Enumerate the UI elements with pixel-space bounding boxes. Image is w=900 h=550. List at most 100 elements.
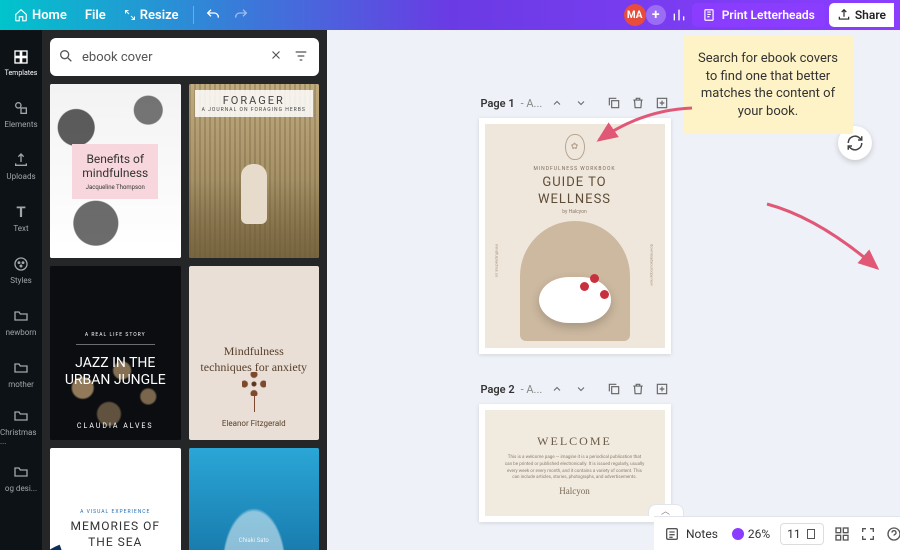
rail-label: Uploads (6, 172, 35, 181)
print-label: Print Letterheads (722, 8, 815, 22)
page-label-suffix: - A... (521, 383, 543, 396)
print-icon (702, 8, 716, 22)
template-card[interactable]: A VISUAL EXPERIENCE MEMORIES OF THE SEA … (50, 448, 181, 550)
chevron-up-icon[interactable] (548, 94, 566, 112)
template-search[interactable] (50, 38, 319, 76)
search-icon (58, 48, 76, 66)
redo-button[interactable] (228, 2, 254, 28)
chevron-up-icon[interactable] (548, 380, 566, 398)
side-text-left: mindfulpractice.co (495, 244, 500, 277)
folder-icon (12, 307, 30, 325)
page-byline: by Halcyon (485, 209, 665, 215)
template-card[interactable]: Benefits of mindfulness Jacqueline Thomp… (50, 84, 181, 258)
delete-page-button[interactable] (629, 380, 647, 398)
rail-folder-christmas[interactable]: Christmas ... (0, 400, 42, 452)
rail-label: mother (8, 380, 34, 389)
grid-view-button[interactable] (834, 524, 850, 544)
folder-icon (12, 407, 30, 425)
add-page-button[interactable] (653, 380, 671, 398)
template-title: JAZZ IN THE URBAN JUNGLE (58, 355, 173, 387)
home-button[interactable]: Home (6, 4, 75, 27)
side-text-right: downloadyourcopy.now (650, 244, 655, 286)
notes-button[interactable]: Notes (664, 526, 718, 542)
folder-icon (12, 463, 30, 481)
elements-icon (12, 99, 30, 117)
chevron-down-icon[interactable] (572, 380, 590, 398)
undo-button[interactable] (200, 2, 226, 28)
annotation-note: Search for ebook covers to find one that… (683, 36, 853, 134)
annotation-arrow-icon (759, 198, 889, 278)
rail-label: Christmas ... (0, 428, 42, 446)
emblem-icon (565, 134, 585, 160)
home-label: Home (32, 8, 67, 23)
notes-icon (664, 526, 680, 542)
search-input[interactable] (82, 50, 263, 65)
zoom-value[interactable]: 26% (748, 527, 770, 541)
template-card[interactable]: Chiaki Sato (189, 448, 320, 550)
template-card[interactable]: A REAL LIFE STORY JAZZ IN THE URBAN JUNG… (50, 266, 181, 440)
folder-icon (12, 359, 30, 377)
share-button[interactable]: Share (829, 3, 894, 27)
templates-panel: Benefits of mindfulness Jacqueline Thomp… (42, 30, 327, 550)
text-icon: T (12, 203, 30, 221)
filter-icon[interactable] (293, 48, 311, 66)
template-pretitle: A REAL LIFE STORY (76, 332, 155, 345)
page-count-button[interactable]: 11 (780, 523, 824, 545)
rail-label: Templates (5, 69, 38, 77)
clear-search-icon[interactable] (269, 48, 287, 66)
rail-uploads[interactable]: Uploads (0, 140, 42, 192)
rail-folder-og[interactable]: og desi... (0, 452, 42, 504)
template-card[interactable]: Mindfulness techniques for anxiety Elean… (189, 266, 320, 440)
resize-label: Resize (140, 8, 179, 23)
rail-templates[interactable]: Templates (0, 36, 42, 88)
file-label: File (85, 8, 106, 23)
print-letterheads-button[interactable]: Print Letterheads (692, 3, 825, 27)
avatar[interactable]: MA (624, 4, 646, 26)
home-icon (14, 8, 28, 22)
add-member-button[interactable]: + (646, 5, 666, 25)
page-drawer-toggle[interactable]: ︿ (648, 504, 684, 516)
rail-elements[interactable]: Elements (0, 88, 42, 140)
annotation-arrow-icon (587, 100, 697, 150)
rail-text[interactable]: T Text (0, 192, 42, 244)
template-title: Benefits of mindfulness (78, 152, 152, 180)
styles-icon (12, 255, 30, 273)
page-2[interactable]: WELCOME This is a welcome page — imagine… (479, 404, 671, 522)
notes-label: Notes (686, 527, 718, 541)
page-1[interactable]: MINDFULNESS WORKBOOK GUIDE TO WELLNESS by… (479, 118, 671, 354)
share-icon (837, 8, 851, 22)
rail-label: og desi... (5, 484, 37, 493)
template-subtitle: Jacqueline Thompson (78, 184, 152, 191)
rail-styles[interactable]: Styles (0, 244, 42, 296)
annotation-text: Search for ebook covers to find one that… (698, 51, 838, 119)
page-label[interactable]: Page 2 (481, 383, 515, 396)
duplicate-page-button[interactable] (605, 380, 623, 398)
template-author: CLAUDIA ALVES (50, 422, 181, 430)
template-card[interactable]: FORAGER A JOURNAL ON FORAGING HERBS (189, 84, 320, 258)
rail-label: Elements (4, 120, 37, 129)
rail-label: newborn (6, 328, 37, 337)
fullscreen-button[interactable] (860, 524, 876, 544)
page-title-1: GUIDE TO (542, 175, 606, 190)
left-rail: Templates Elements Uploads T Text Styles… (0, 30, 42, 550)
resize-icon (124, 9, 136, 21)
page-label[interactable]: Page 1 (481, 97, 515, 110)
pages-icon (805, 528, 817, 540)
help-button[interactable] (886, 524, 900, 544)
status-bar: Notes 26% 11 (654, 516, 900, 550)
file-menu[interactable]: File (77, 4, 114, 27)
page-body: This is a welcome page — imagine it is a… (505, 455, 645, 482)
template-pretitle: Chiaki Sato (239, 527, 269, 544)
page-pretitle: MINDFULNESS WORKBOOK (485, 166, 665, 172)
canvas-area[interactable]: Page 1 - A... MINDFULNESS WORKBOOK GUIDE… (327, 30, 900, 550)
template-title: FORAGER (195, 94, 314, 107)
hero-image (520, 221, 630, 341)
rail-folder-newborn[interactable]: newborn (0, 296, 42, 348)
template-author: Eleanor Fitzgerald (189, 419, 320, 428)
rail-folder-mother[interactable]: mother (0, 348, 42, 400)
page-title-2: WELLNESS (538, 192, 611, 207)
divider (193, 6, 194, 24)
insights-button[interactable] (666, 2, 692, 28)
resize-button[interactable]: Resize (116, 4, 187, 27)
share-label: Share (855, 8, 886, 22)
